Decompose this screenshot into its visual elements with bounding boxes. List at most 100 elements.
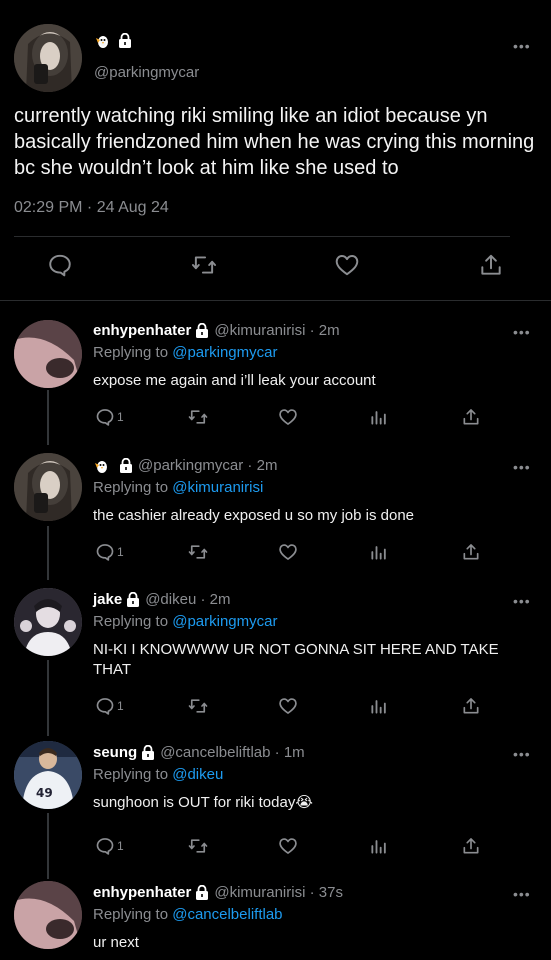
reply-display-name[interactable]: jake: [93, 591, 122, 608]
penguin-icon: [94, 34, 112, 53]
reply-display-name[interactable]: seung: [93, 744, 137, 761]
share-icon[interactable]: [478, 252, 504, 283]
reply-count: 1: [117, 410, 124, 424]
reply-button[interactable]: 1: [95, 696, 124, 716]
reply-text-content: sunghoon is OUT for riki today: [93, 794, 296, 811]
lock-icon: [118, 32, 132, 53]
divider: [0, 300, 551, 301]
reply-icon[interactable]: [47, 252, 73, 283]
reply-item[interactable]: 49 seung @cancelbeliftlab · 1m ••• Reply…: [0, 741, 551, 864]
reply-avatar[interactable]: 49: [14, 741, 82, 809]
separator: ·: [243, 457, 257, 474]
reply-time[interactable]: 2m: [257, 457, 278, 474]
reply-item[interactable]: @parkingmycar · 2m ••• Replying to @kimu…: [0, 453, 551, 577]
reply-handle[interactable]: @parkingmycar: [138, 457, 243, 474]
reply-handle[interactable]: @dikeu: [145, 591, 196, 608]
reply-button[interactable]: 1: [95, 407, 124, 427]
main-handle[interactable]: @parkingmycar: [94, 64, 199, 81]
more-icon[interactable]: •••: [513, 593, 531, 609]
like-icon[interactable]: [277, 696, 299, 716]
main-avatar[interactable]: [14, 24, 82, 92]
reply-item[interactable]: enhypenhater @kimuranirisi · 37s ••• Rep…: [0, 881, 551, 960]
reply-action-bar: 1: [0, 836, 551, 858]
more-icon[interactable]: •••: [513, 324, 531, 340]
reply-display-name[interactable]: enhypenhater: [93, 322, 191, 339]
analytics-icon[interactable]: [369, 836, 389, 856]
main-badges: [94, 32, 132, 53]
reply-time[interactable]: 2m: [210, 591, 231, 608]
penguin-icon: [93, 459, 111, 473]
reply-count: 1: [117, 839, 124, 853]
main-tweet-text: currently watching riki smiling like an …: [14, 105, 535, 179]
replying-to-link[interactable]: @kimuranirisi: [172, 479, 263, 496]
reply-text: the cashier already exposed u so my job …: [93, 507, 415, 524]
separator: ·: [270, 744, 284, 761]
replying-to-link[interactable]: @parkingmycar: [172, 344, 277, 361]
share-icon[interactable]: [461, 407, 481, 427]
separator: ·: [305, 322, 319, 339]
lock-icon: [119, 458, 133, 473]
reply-avatar[interactable]: [14, 453, 82, 521]
lock-icon: [141, 745, 155, 760]
reply-handle[interactable]: @cancelbeliftlab: [160, 744, 270, 761]
more-icon[interactable]: •••: [513, 746, 531, 762]
analytics-icon[interactable]: [369, 696, 389, 716]
separator: ·: [196, 591, 210, 608]
reply-item[interactable]: enhypenhater @kimuranirisi · 2m ••• Repl…: [0, 320, 551, 442]
analytics-icon[interactable]: [369, 407, 389, 427]
reply-text: NI-KI I KNOWWWW UR NOT GONNA SIT HERE AN…: [93, 641, 499, 678]
reply-action-bar: 1: [0, 696, 551, 718]
reply-button[interactable]: 1: [95, 836, 124, 856]
replying-label: Replying to: [93, 479, 173, 496]
main-timestamp[interactable]: 02:29 PM · 24 Aug 24: [14, 199, 169, 217]
reply-icon: [96, 838, 114, 855]
more-icon[interactable]: •••: [513, 886, 531, 902]
reply-avatar[interactable]: [14, 320, 82, 388]
retweet-icon[interactable]: [190, 252, 218, 283]
replying-label: Replying to: [93, 766, 173, 783]
separator: ·: [305, 884, 319, 901]
reply-avatar[interactable]: [14, 588, 82, 656]
lock-icon: [195, 885, 209, 900]
reply-time[interactable]: 1m: [284, 744, 305, 761]
reply-handle[interactable]: @kimuranirisi: [214, 322, 305, 339]
avatar-image: 49: [14, 741, 82, 809]
replying-to-link[interactable]: @parkingmycar: [172, 613, 277, 630]
retweet-icon[interactable]: [187, 836, 209, 856]
reply-text: ur next: [93, 934, 139, 951]
divider: [14, 236, 510, 237]
reply-button[interactable]: 1: [95, 542, 124, 562]
svg-text:49: 49: [36, 786, 53, 800]
reply-action-bar: 1: [0, 407, 551, 429]
replying-to-link[interactable]: @dikeu: [172, 766, 223, 783]
avatar-image: [14, 881, 82, 949]
lock-icon: [126, 592, 140, 607]
replying-to-link[interactable]: @cancelbeliftlab: [172, 906, 282, 923]
reply-time[interactable]: 2m: [319, 322, 340, 339]
reply-display-name[interactable]: enhypenhater: [93, 884, 191, 901]
replying-label: Replying to: [93, 906, 173, 923]
crying-emoji-icon: 😭: [295, 794, 313, 811]
reply-icon: [96, 544, 114, 561]
like-icon[interactable]: [277, 542, 299, 562]
retweet-icon[interactable]: [187, 407, 209, 427]
reply-time[interactable]: 37s: [319, 884, 343, 901]
reply-avatar[interactable]: [14, 881, 82, 949]
retweet-icon[interactable]: [187, 696, 209, 716]
avatar-image: [14, 320, 82, 388]
retweet-icon[interactable]: [187, 542, 209, 562]
like-icon[interactable]: [277, 836, 299, 856]
reply-handle[interactable]: @kimuranirisi: [214, 884, 305, 901]
share-icon[interactable]: [461, 542, 481, 562]
share-icon[interactable]: [461, 696, 481, 716]
like-icon[interactable]: [333, 252, 361, 283]
avatar-image: [14, 588, 82, 656]
analytics-icon[interactable]: [369, 542, 389, 562]
more-icon[interactable]: •••: [513, 459, 531, 475]
replying-to: Replying to @cancelbeliftlab: [93, 906, 283, 923]
more-icon[interactable]: •••: [513, 38, 531, 54]
replying-to: Replying to @kimuranirisi: [93, 479, 263, 496]
share-icon[interactable]: [461, 836, 481, 856]
like-icon[interactable]: [277, 407, 299, 427]
reply-item[interactable]: jake @dikeu · 2m ••• Replying to @parkin…: [0, 588, 551, 731]
